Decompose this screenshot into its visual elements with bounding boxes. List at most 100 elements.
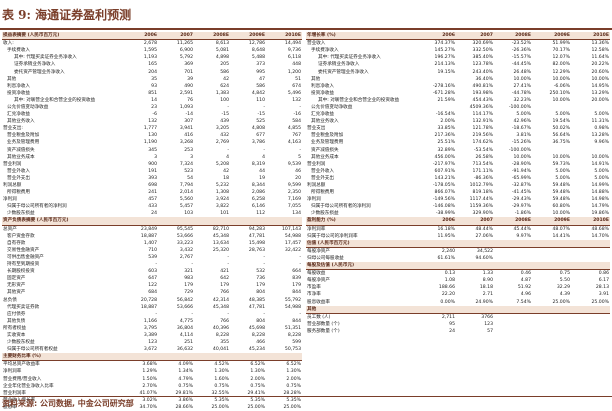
value-cell: 32.89% <box>437 147 455 153</box>
value-cell: -26.36% <box>511 48 531 54</box>
value-cell: 13.28% <box>591 133 609 139</box>
value-cell: 76 <box>187 97 193 103</box>
value-cell: 1,166 <box>143 318 157 324</box>
value-cell: 14,494 <box>284 41 301 47</box>
value-cell: 26.48% <box>513 69 531 75</box>
value-cell <box>571 313 610 321</box>
row-label: 市盈率 <box>307 285 321 291</box>
value-cell: 122 <box>148 283 157 289</box>
value-cell <box>571 239 610 248</box>
row-label: 归属于母公司所有者的净利润 <box>311 204 371 210</box>
value-cell: 25.00% <box>247 404 265 410</box>
value-cell <box>571 147 610 154</box>
value-cell: 26.58% <box>475 154 493 160</box>
table-row: 业务及管理费用 25.51% 174.62% -15.26% 36.75% 9.96% <box>306 139 610 146</box>
value-cell <box>230 353 266 362</box>
table-row: 营业外收入 607.91% 171.11% -91.94% 5.00% 5.00% <box>306 168 610 175</box>
value-cell: 4.09% <box>178 362 193 368</box>
value-cell: 1,190 <box>143 140 157 146</box>
value-cell: 701 <box>184 69 193 75</box>
value-cell: 47,781 <box>248 304 265 310</box>
value-cell: 3.91 <box>598 292 609 298</box>
row-label: 其中: 代理买卖证券业务净收入 <box>14 55 77 61</box>
value-cell: 13.36% <box>591 41 609 47</box>
value-cell: 1.60% <box>214 376 229 382</box>
value-cell <box>456 305 494 314</box>
value-cell <box>571 247 610 255</box>
table-row: 营业税金及附加 217.36% 219.56% 3.81% 56.64% 13.28% <box>306 132 610 139</box>
value-cell: 624 <box>220 83 229 89</box>
value-cell: 8.90 <box>482 278 493 284</box>
table-row: 其中: 对联营企业和合营企业的投资收益 14 76 100 110 132 <box>2 97 302 104</box>
value-cell: 123 <box>148 340 157 346</box>
value-cell: 2006 <box>418 217 456 226</box>
value-cell: 4.96 <box>520 292 531 298</box>
value-cell <box>571 104 610 111</box>
value-cell: 1,093 <box>179 104 193 110</box>
table-row: 营业利润 900 7,324 5,208 8,319 9,539 <box>2 161 302 168</box>
value-cell: 2009E <box>230 32 266 41</box>
value-cell: 48.68% <box>591 226 609 232</box>
value-cell: 3,672 <box>143 347 157 353</box>
value-cell: 1.34% <box>178 369 193 375</box>
value-cell: 53,666 <box>176 304 193 310</box>
table-row: 营业支出 33.85% 121.78% -18.67% 50.02% 0.98% <box>306 125 610 132</box>
value-cell: 4,114 <box>179 332 193 338</box>
value-cell: 369 <box>184 62 193 68</box>
value-cell: 710 <box>148 247 157 253</box>
value-cell: 3 <box>190 154 193 160</box>
value-cell <box>194 353 230 362</box>
row-label: 净利润率 <box>307 226 326 232</box>
value-cell: 14.99% <box>591 183 609 189</box>
row-label: 其他业务收入 <box>311 119 339 125</box>
table-row: 收入: 2,678 11,265 8,613 12,786 14,494 <box>2 40 302 48</box>
section-header-row: 资产负债表摘要 (人民币百万元) <box>2 217 302 226</box>
value-cell: 59.48% <box>552 197 570 203</box>
value-cell: - <box>299 311 301 317</box>
row-label: 公允价值变动净收益 <box>7 104 49 110</box>
value-cell: 0.00% <box>440 299 455 305</box>
row-label: 资产减值损失 <box>311 147 339 153</box>
table-row: 归属于母公司所有者的净利润 -146.08% 1159.36% -29.97% 60.8… <box>306 203 610 210</box>
table-row: 委托资产管理业务净收入 204 701 586 995 1,200 <box>2 68 302 75</box>
row-label: 应付债券 <box>7 311 26 317</box>
value-cell: 525 <box>256 119 265 125</box>
value-cell: 729 <box>184 290 193 296</box>
value-cell: 219.56% <box>472 133 493 139</box>
value-cell: 16.18% <box>437 226 455 232</box>
table-row: 可供出售金融资产 539 2,767 - - - <box>2 254 302 261</box>
value-cell <box>158 217 194 226</box>
value-cell: 5.00% <box>555 112 570 118</box>
table-row: 其他业务成本 3 3 4 4 5 <box>2 154 302 161</box>
value-cell: - <box>227 104 229 110</box>
value-cell: 39 <box>187 76 193 82</box>
row-label: 其他业务收入 <box>7 119 35 125</box>
value-cell: 5,232 <box>215 183 229 189</box>
value-cell: 2007 <box>456 217 494 226</box>
row-label: 委托资产管理业务净收入 <box>318 69 369 75</box>
value-cell: 8,228 <box>287 332 301 338</box>
value-cell: 4,842 <box>251 90 265 96</box>
value-cell: 18.18 <box>479 285 493 291</box>
value-cell: 25.51% <box>437 140 455 146</box>
value-cell: 9,599 <box>287 183 301 189</box>
value-cell: 448 <box>292 62 301 68</box>
table-row: 归属于母公司所有者的净利润 433 5,457 3,822 6,146 7,055 <box>2 203 302 210</box>
value-cell: 736 <box>256 276 265 282</box>
value-cell: -1.86% <box>514 211 531 217</box>
value-cell: 490 <box>184 83 193 89</box>
value-cell: 7,324 <box>179 161 193 167</box>
value-cell: 345 <box>148 147 157 153</box>
value-cell: -6.06% <box>553 83 570 89</box>
row-label: 资产减值损失 <box>7 147 35 153</box>
value-cell <box>494 313 532 321</box>
value-cell: - <box>227 254 229 260</box>
section-header-row: 估值 (人民币百万元) <box>306 239 610 248</box>
value-cell: 2,240 <box>441 248 455 254</box>
value-cell: -91.94% <box>511 168 531 174</box>
value-cell: 2006 <box>418 32 456 41</box>
value-cell: 33,223 <box>176 240 193 246</box>
value-cell: 5.00% <box>516 112 531 118</box>
row-label: 主要财务比率 (%) <box>2 353 122 362</box>
value-cell: 47 <box>259 76 265 82</box>
